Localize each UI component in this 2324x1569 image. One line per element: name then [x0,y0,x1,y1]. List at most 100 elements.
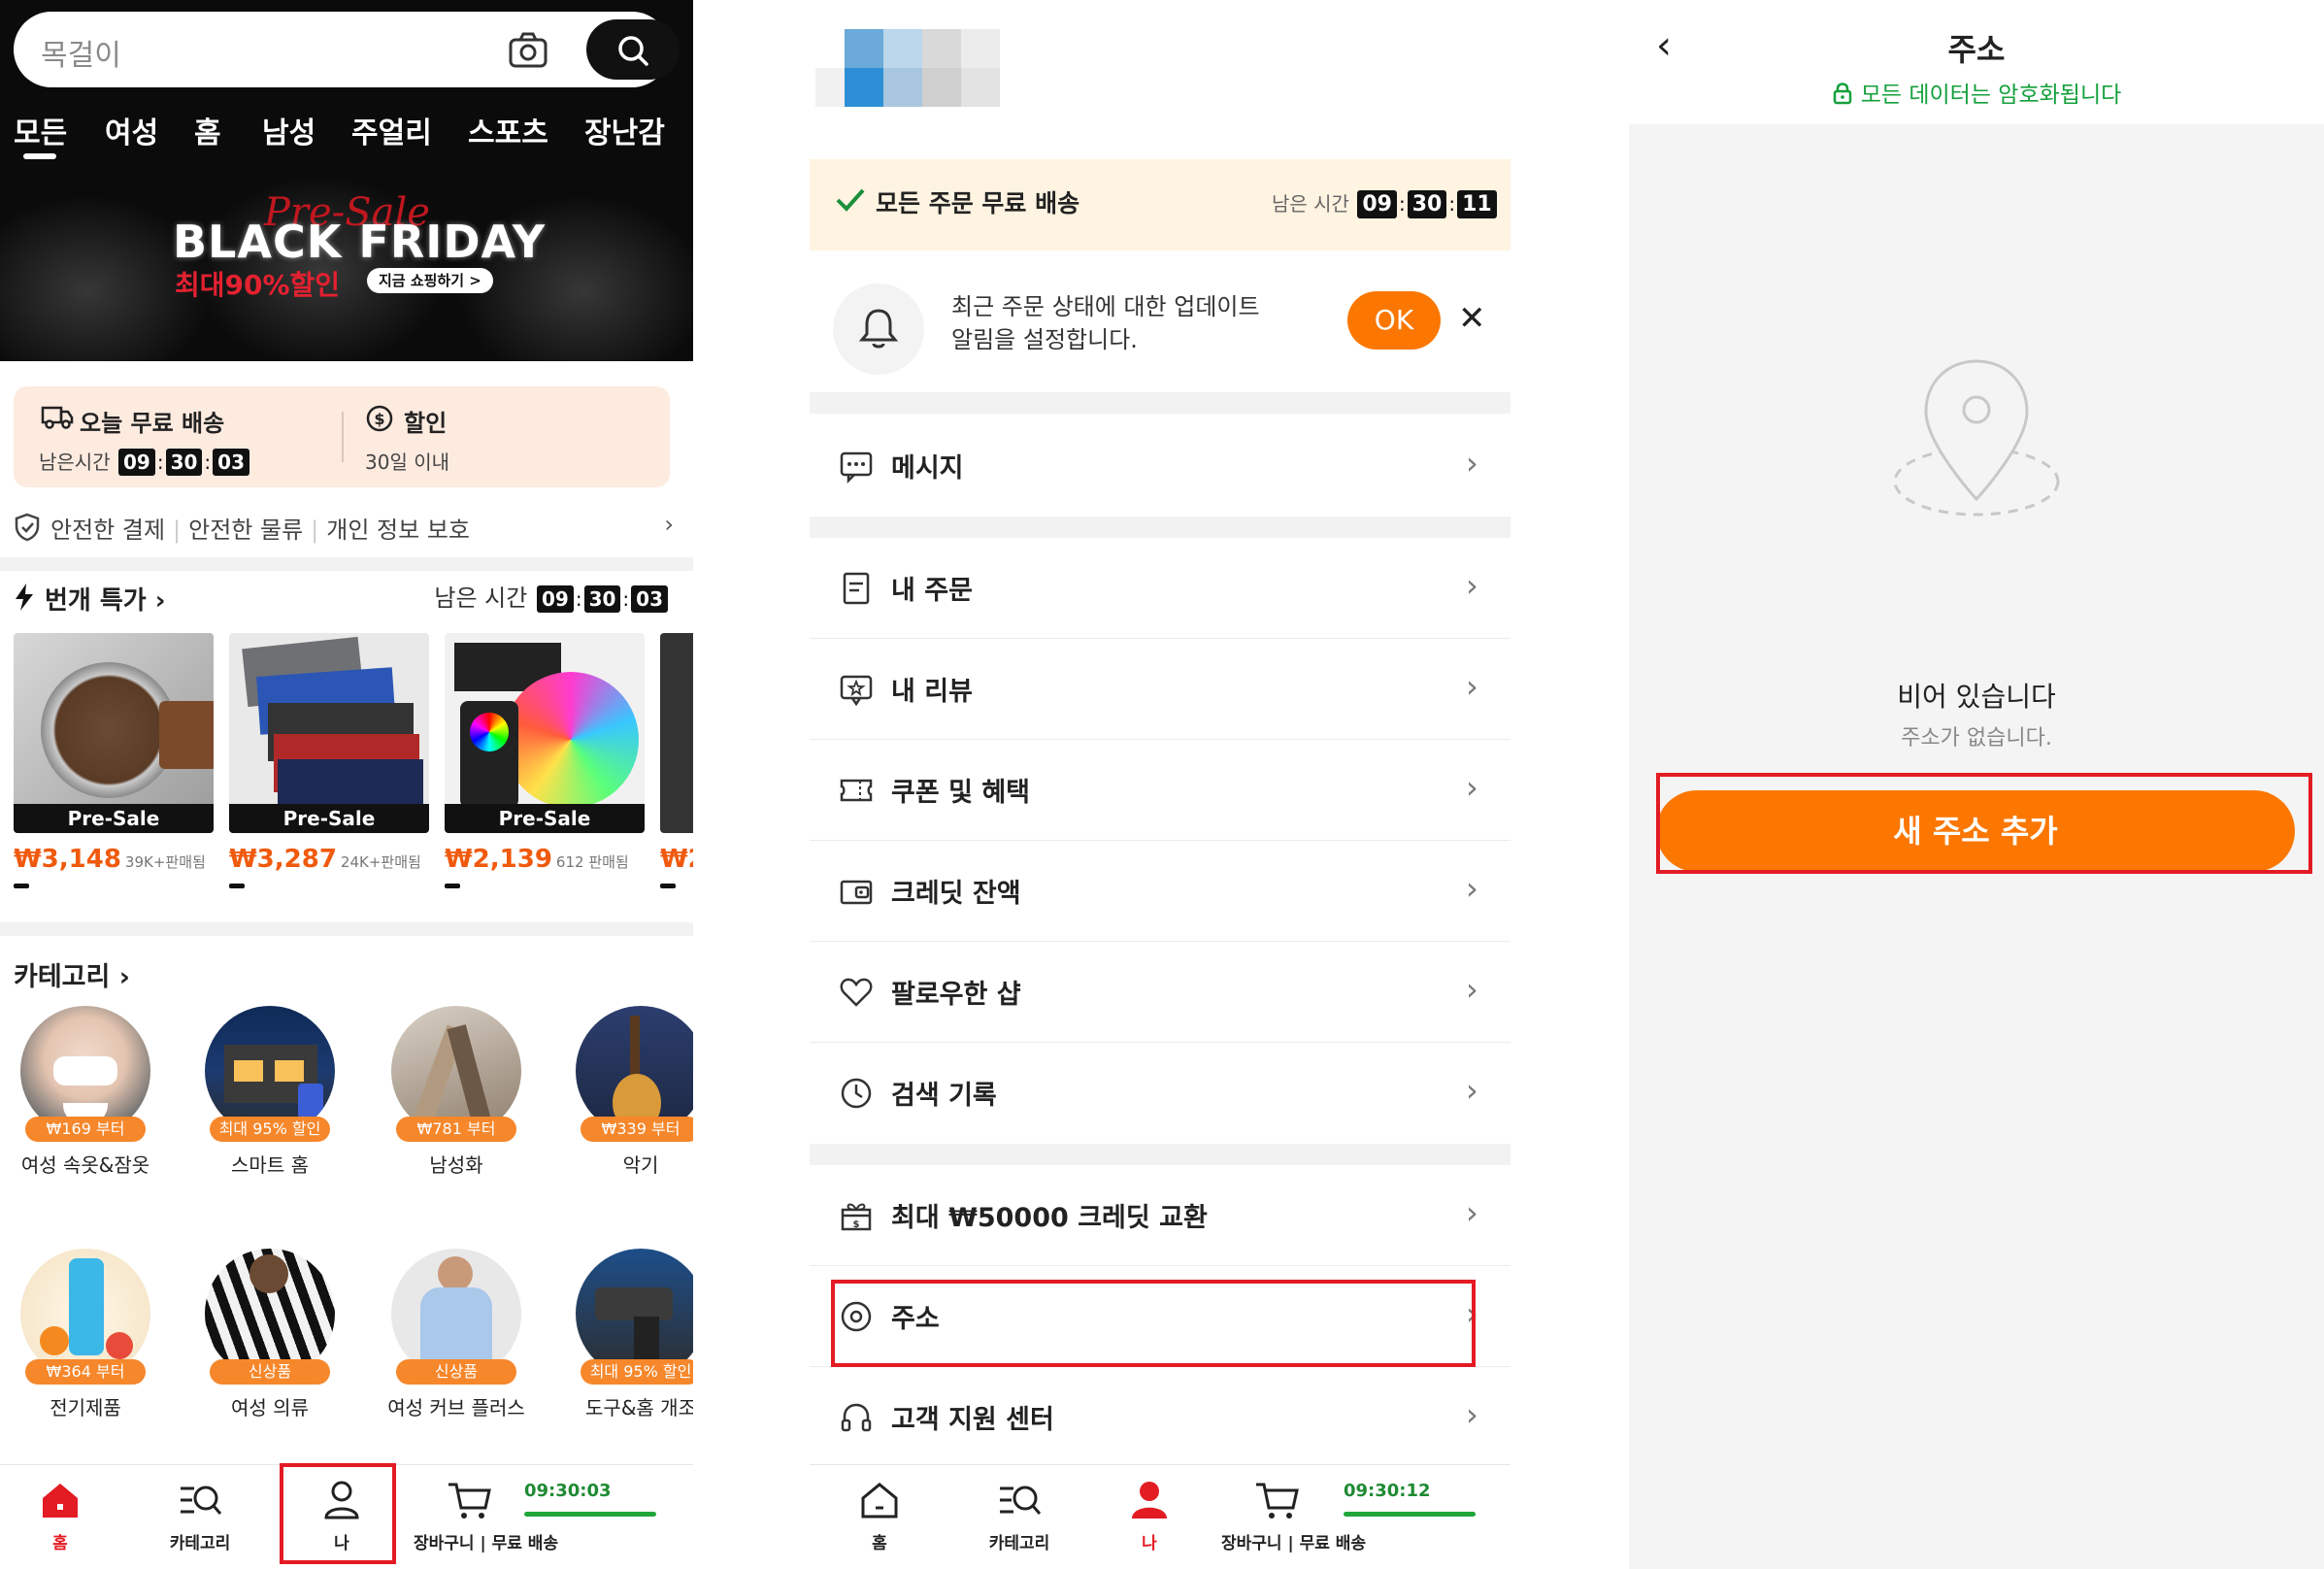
timer-minutes: 30 [165,449,203,476]
chevron-right-icon: › [1466,668,1478,705]
headset-icon [841,1403,872,1432]
category-women-curve-plus[interactable]: 신상품 여성 커브 플러스 [369,1249,544,1420]
free-shipping-card[interactable]: 오늘 무료 배송 남은시간 09:30:03 $ 할인 30일 이내 [14,386,670,487]
menu-item-followed-shops[interactable]: 팔로우한 샵 › [810,942,1511,1043]
tab-category[interactable]: 카테고리 [961,1479,1078,1553]
tab-cart-label: 장바구니 | 무료 배송 [1221,1534,1367,1553]
timer-seconds: 03 [631,585,668,613]
category-tools-home-improvement[interactable]: 최대 95% 할인 도구&홈 개조 [553,1249,693,1420]
tab-home[interactable]: 홈 [194,109,221,151]
message-icon [840,451,873,484]
tab-underline [23,153,56,159]
category-tag: 최대 95% 할인 [210,1117,330,1142]
category-tag: ₩339 부터 [581,1117,693,1142]
highlight-box [831,1280,1476,1367]
notification-prompt: 최근 주문 상태에 대한 업데이트 알림을 설정합니다. OK ✕ [810,254,1511,392]
home-icon [861,1483,898,1519]
notice-line-2: 알림을 설정합니다. [951,326,1138,353]
order-icon [843,572,870,605]
category-women-lingerie[interactable]: ₩169 부터 여성 속옷&잠옷 [0,1006,173,1178]
bell-container [833,284,924,375]
categories-header[interactable]: 카테고리 › [14,955,130,993]
product-card[interactable]: ₩2 [660,633,693,888]
tab-all[interactable]: 모든 [14,109,67,151]
menu-item-my-reviews[interactable]: 내 리뷰 › [810,639,1511,740]
menu-label: 최대 ₩50000 크레딧 교환 [891,1203,1208,1233]
timer-seconds: 03 [213,449,249,476]
tab-home-label: 홈 [52,1534,68,1553]
empty-subtitle: 주소가 없습니다. [1901,726,2052,751]
category-men-shoes[interactable]: ₩781 부터 남성화 [369,1006,544,1178]
product-card[interactable]: Pre-Sale ₩3,148 39K+판매됨 [14,633,214,888]
product-sold: 612 판매됨 [555,853,629,871]
category-instruments[interactable]: ₩339 부터 악기 [553,1006,693,1178]
progress-bar [14,884,29,888]
lock-icon [1833,83,1851,105]
remaining-label: 남은시간 [39,451,111,474]
menu-item-search-history[interactable]: 검색 기록 › [810,1043,1511,1144]
camera-icon[interactable] [507,29,549,72]
category-tag: 신상품 [210,1359,330,1385]
banner-shop-button[interactable]: 지금 쇼핑하기 > [367,268,493,293]
timer-minutes: 30 [1407,190,1447,218]
trust-row[interactable]: 안전한 결제 | 안전한 물류 | 개인 정보 보호 › [14,509,683,548]
chevron-right-icon: › [1466,769,1478,806]
page-title: 주소 [1947,31,2006,68]
ok-button[interactable]: OK [1347,291,1441,350]
menu-label: 팔로우한 샵 [891,980,1021,1010]
category-women-clothing[interactable]: 신상품 여성 의류 [183,1249,357,1420]
progress-bar [229,884,245,888]
product-card[interactable]: Pre-Sale ₩3,287 24K+판매됨 [229,633,429,888]
tab-men[interactable]: 남성 [262,109,315,151]
encryption-notice: 모든 데이터는 암호화됩니다 [1629,76,2324,109]
tab-sports[interactable]: 스포츠 [468,109,548,151]
category-label: 여성 의류 [231,1396,309,1419]
chevron-right-icon: › [664,511,674,538]
category-electronics[interactable]: ₩364 부터 전기제품 [0,1249,173,1420]
product-card[interactable]: Pre-Sale ₩2,139 612 판매됨 [445,633,645,888]
remaining-label: 남은 시간 [1272,192,1349,216]
flash-timer: 남은 시간 09:30:03 [434,579,670,613]
chevron-right-icon: › [1466,1072,1478,1109]
close-icon[interactable]: ✕ [1458,299,1486,338]
tab-category[interactable]: 카테고리 [142,1479,258,1553]
category-label: 악기 [622,1153,659,1177]
presale-badge: Pre-Sale [445,804,645,833]
search-bar[interactable]: 목걸이 [14,12,680,87]
trust-secure-logistics: 안전한 물류 [188,517,304,544]
chevron-right-icon: › [1466,567,1478,604]
flash-deals-header[interactable]: 번개 특가 › 남은 시간 09:30:03 [14,579,683,618]
tab-women[interactable]: 여성 [105,109,158,151]
free-shipping-bar[interactable]: 모든 주문 무료 배송 남은 시간 09:30:11 [810,159,1511,250]
product-image-partial [660,633,693,833]
tab-jewelry[interactable]: 주얼리 [351,109,432,151]
free-shipping-timer: 남은 시간 09:30:11 [1272,188,1499,218]
menu-item-credit-balance[interactable]: 크레딧 잔액 › [810,841,1511,942]
search-input[interactable]: 목걸이 [41,31,121,74]
tab-home[interactable]: 홈 [2,1479,118,1553]
category-tag: ₩169 부터 [25,1117,146,1142]
menu-item-messages[interactable]: 메시지 › [810,416,1511,517]
svg-text:$: $ [374,410,384,428]
search-button[interactable] [586,19,680,80]
menu-item-my-orders[interactable]: 내 주문 › [810,538,1511,639]
timer-hours: 09 [117,449,155,476]
timer-hours: 09 [536,585,574,613]
cart-icon [448,1483,491,1519]
empty-title: 비어 있습니다 [1897,681,2056,713]
svg-text:$: $ [853,1219,860,1230]
menu-item-credit-exchange[interactable]: $ 최대 ₩50000 크레딧 교환 › [810,1165,1511,1266]
category-label: 도구&홈 개조 [585,1396,693,1419]
free-shipping-text: 모든 주문 무료 배송 [876,189,1080,217]
tab-toys[interactable]: 장난감 [584,109,665,151]
menu-item-customer-support[interactable]: 고객 지원 센터 › [810,1367,1511,1468]
heart-icon [840,978,873,1007]
category-smart-home[interactable]: 최대 95% 할인 스마트 홈 [183,1006,357,1178]
timer-minutes: 30 [583,585,621,613]
category-label: 여성 속옷&잠옷 [20,1153,150,1177]
coupon-icon [840,779,873,802]
tab-home[interactable]: 홈 [821,1479,938,1553]
menu-item-coupons[interactable]: 쿠폰 및 혜택 › [810,740,1511,841]
remaining-label: 남은 시간 [434,584,528,612]
tab-me[interactable]: 나 [1091,1479,1208,1553]
